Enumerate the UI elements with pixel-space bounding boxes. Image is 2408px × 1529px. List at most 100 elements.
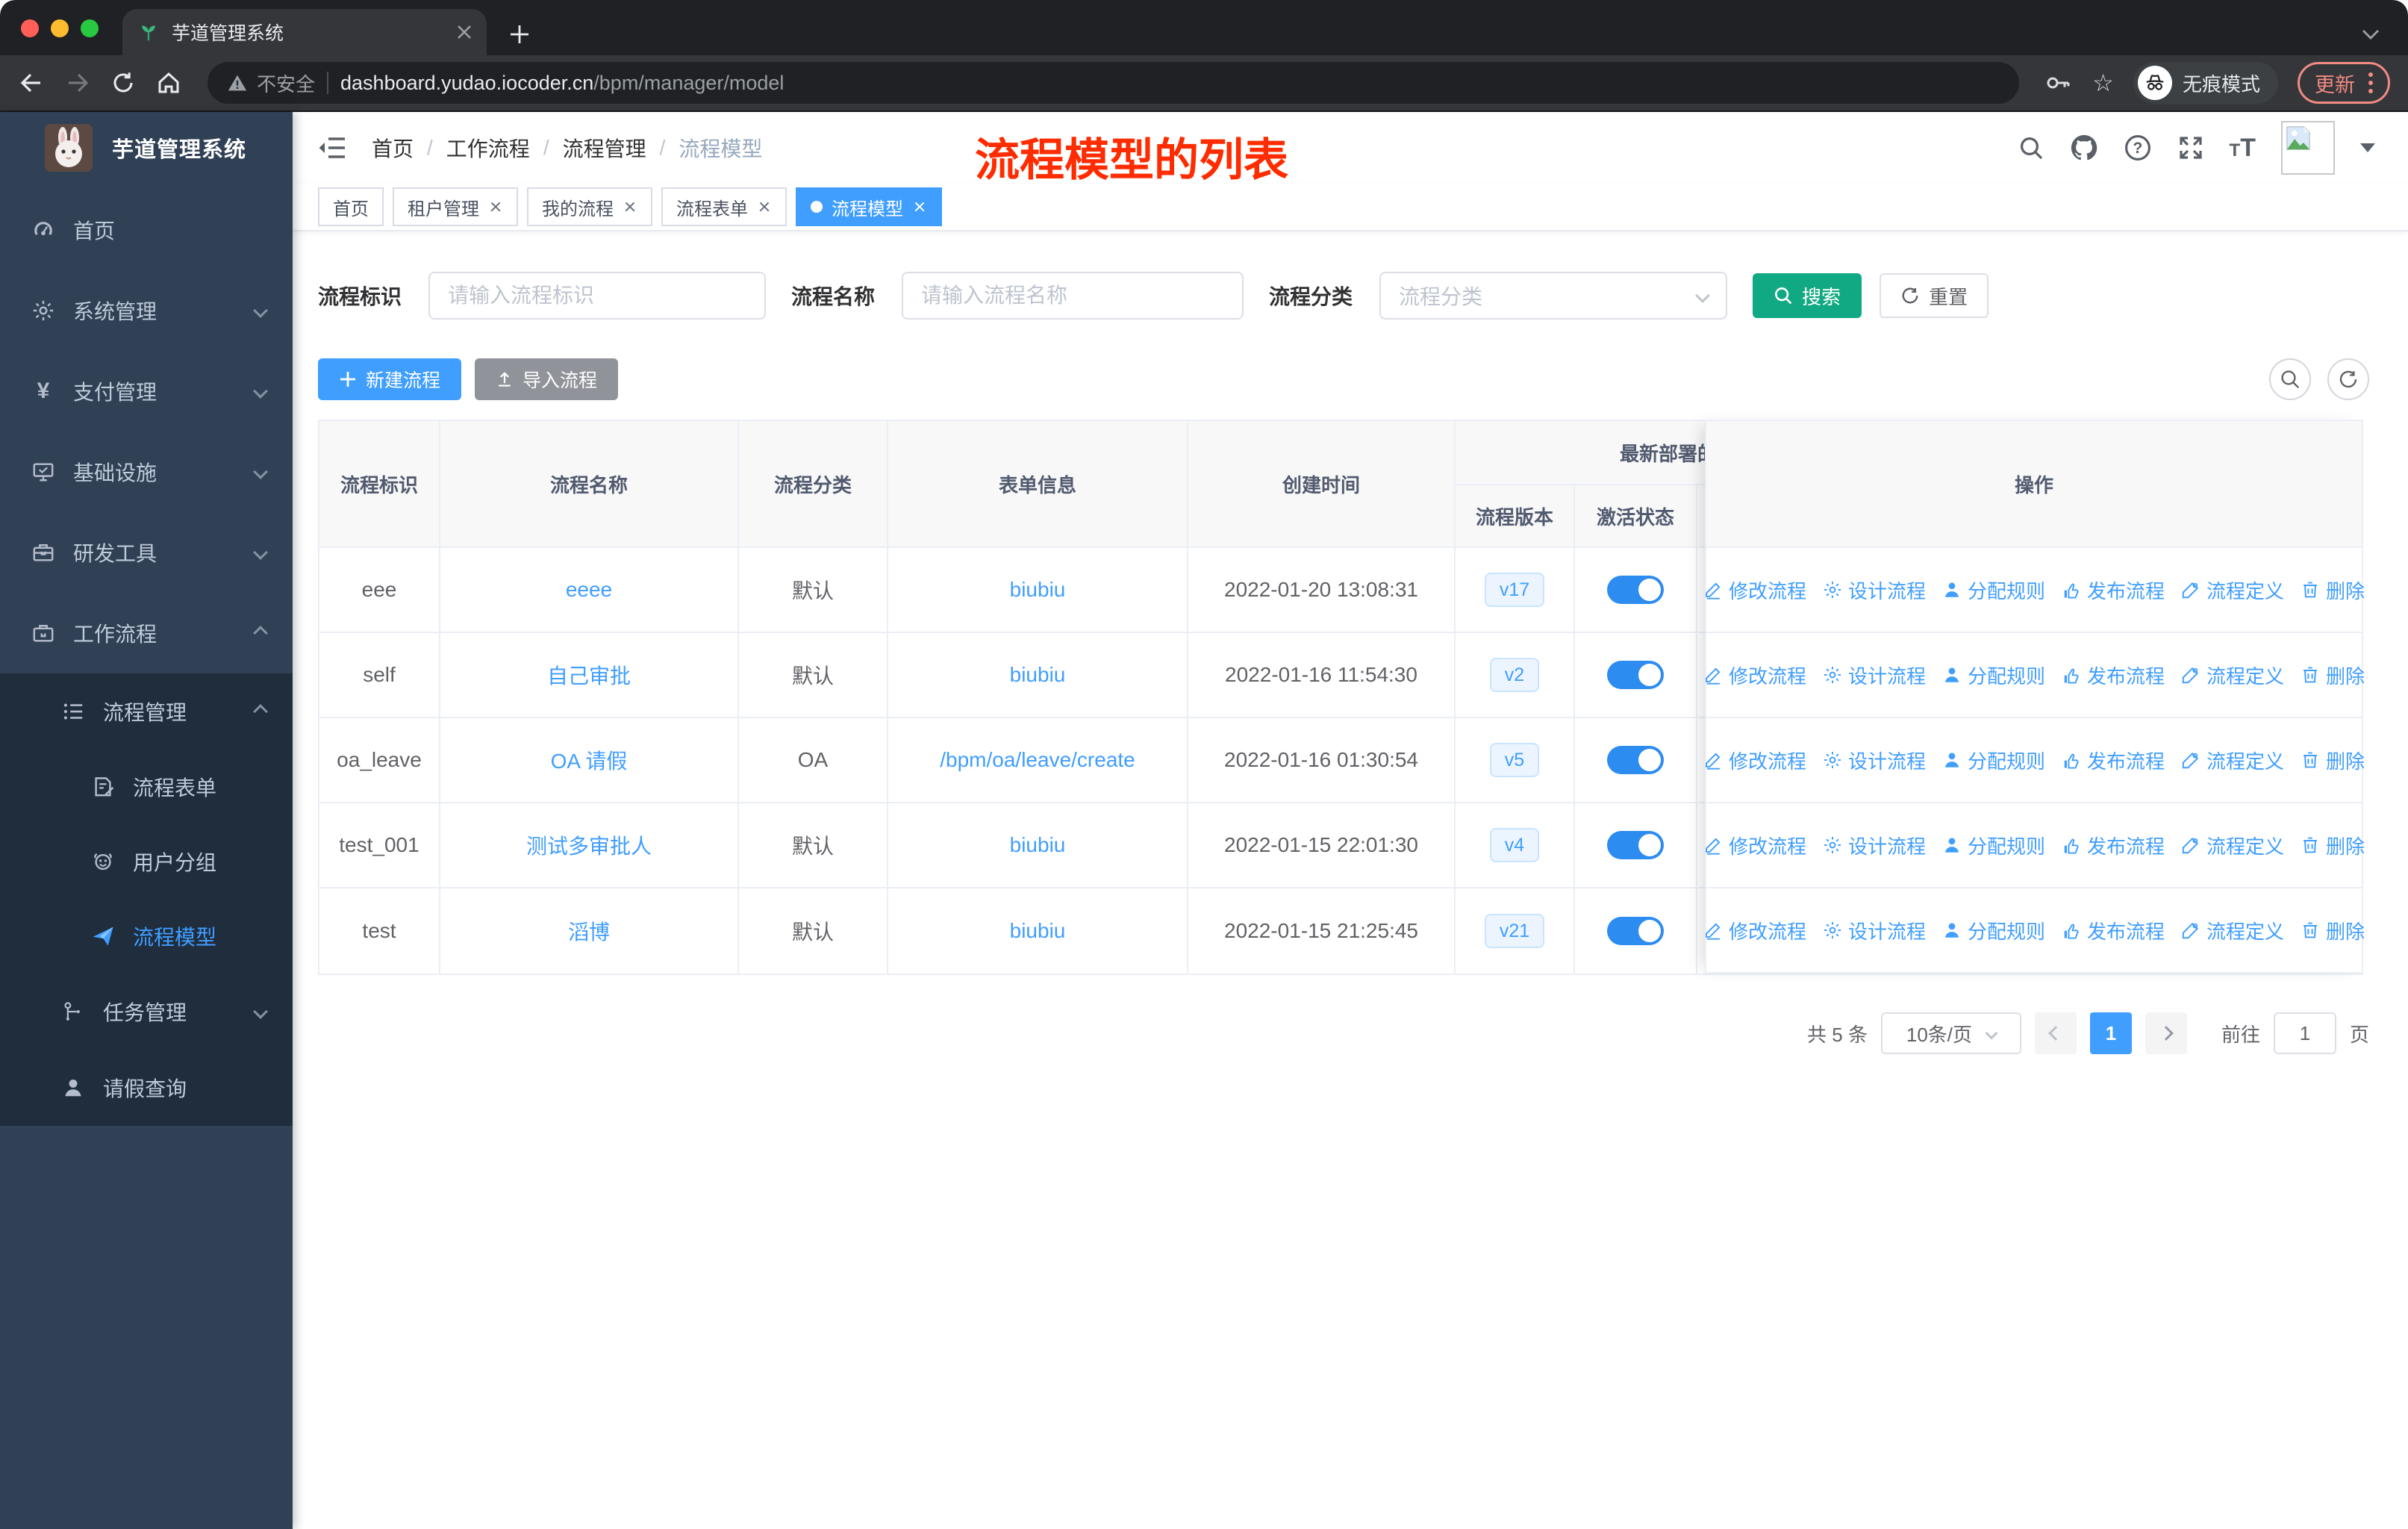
back-icon[interactable] <box>18 69 45 96</box>
close-icon[interactable] <box>488 199 503 214</box>
process-name-link[interactable]: 滔博 <box>568 916 610 946</box>
active-toggle[interactable] <box>1607 917 1664 945</box>
sidebar-item-workflow[interactable]: 工作流程 <box>0 593 293 673</box>
sidebar-item-devtools[interactable]: 研发工具 <box>0 512 293 593</box>
delete-link[interactable]: 删除 <box>2301 747 2365 774</box>
process-name-input[interactable] <box>902 272 1244 320</box>
password-key-icon[interactable] <box>2044 71 2073 95</box>
active-toggle[interactable] <box>1607 661 1664 689</box>
op-link-publish[interactable]: 发布流程 <box>2062 832 2165 859</box>
process-name-link[interactable]: 自己审批 <box>547 660 631 690</box>
op-link-assign[interactable]: 分配规则 <box>1942 661 2045 689</box>
tag-home[interactable]: 首页 <box>318 187 384 226</box>
breadcrumb-home[interactable]: 首页 <box>372 133 414 163</box>
prev-page-button[interactable] <box>2034 1012 2077 1054</box>
op-link-definition[interactable]: 流程定义 <box>2181 917 2284 944</box>
sidebar-item-system[interactable]: 系统管理 <box>0 270 293 351</box>
security-warning[interactable]: 不安全 <box>227 69 315 97</box>
op-link-edit[interactable]: 修改流程 <box>1703 832 1806 859</box>
form-link[interactable]: biubiu <box>1010 578 1066 602</box>
bookmark-star-icon[interactable]: ☆ <box>2092 71 2114 95</box>
sidebar-logo[interactable]: 芋道管理系统 <box>0 112 293 184</box>
version-badge[interactable]: v5 <box>1489 743 1540 777</box>
category-select[interactable]: 流程分类 <box>1379 272 1728 320</box>
process-name-link[interactable]: OA 请假 <box>551 745 628 775</box>
version-badge[interactable]: v17 <box>1484 573 1545 607</box>
avatar[interactable] <box>2281 121 2335 175</box>
sidebar-fold-icon[interactable] <box>316 134 346 161</box>
current-page-button[interactable]: 1 <box>2089 1012 2132 1054</box>
delete-link[interactable]: 删除 <box>2301 661 2365 689</box>
sidebar-item-leave-query[interactable]: 请假查询 <box>0 1050 293 1126</box>
op-link-design[interactable]: 设计流程 <box>1823 576 1926 604</box>
close-icon[interactable] <box>912 199 927 214</box>
version-badge[interactable]: v2 <box>1489 658 1540 692</box>
github-icon[interactable] <box>2070 134 2098 162</box>
version-badge[interactable]: v21 <box>1484 914 1545 948</box>
op-link-design[interactable]: 设计流程 <box>1823 917 1926 944</box>
active-toggle[interactable] <box>1607 746 1664 774</box>
form-link[interactable]: biubiu <box>1010 833 1066 857</box>
search-button[interactable]: 搜索 <box>1753 273 1862 318</box>
active-toggle[interactable] <box>1607 831 1664 859</box>
forward-icon[interactable] <box>64 69 91 96</box>
op-link-definition[interactable]: 流程定义 <box>2181 661 2284 689</box>
sidebar-item-process-management[interactable]: 流程管理 <box>0 673 293 750</box>
refresh-table-icon[interactable] <box>2327 358 2369 400</box>
sidebar-item-process-model[interactable]: 流程模型 <box>0 899 293 974</box>
tab-search-chevron-icon[interactable] <box>2362 28 2380 40</box>
browser-tab[interactable]: 芋道管理系统 <box>122 9 487 55</box>
search-icon[interactable] <box>2018 134 2044 161</box>
fullscreen-icon[interactable] <box>2177 134 2204 161</box>
op-link-design[interactable]: 设计流程 <box>1823 661 1926 689</box>
home-icon[interactable] <box>155 69 182 96</box>
sidebar-item-user-group[interactable]: 用户分组 <box>0 824 293 899</box>
toggle-search-icon[interactable] <box>2269 358 2311 400</box>
op-link-design[interactable]: 设计流程 <box>1823 832 1926 859</box>
reload-icon[interactable] <box>110 70 136 96</box>
op-link-publish[interactable]: 发布流程 <box>2062 576 2165 604</box>
op-link-assign[interactable]: 分配规则 <box>1942 747 2045 774</box>
op-link-definition[interactable]: 流程定义 <box>2181 576 2284 604</box>
op-link-edit[interactable]: 修改流程 <box>1703 917 1806 944</box>
font-size-icon[interactable]: TT <box>2230 135 2256 161</box>
op-link-publish[interactable]: 发布流程 <box>2062 917 2165 944</box>
url-text[interactable]: dashboard.yudao.iocoder.cn/bpm/manager/m… <box>340 72 784 95</box>
op-link-assign[interactable]: 分配规则 <box>1942 917 2045 944</box>
avatar-caret-icon[interactable] <box>2360 143 2375 152</box>
new-tab-button[interactable] <box>509 24 530 45</box>
process-name-link[interactable]: eeee <box>566 578 612 602</box>
delete-link[interactable]: 删除 <box>2301 917 2365 944</box>
op-link-publish[interactable]: 发布流程 <box>2062 747 2165 774</box>
op-link-definition[interactable]: 流程定义 <box>2181 832 2284 859</box>
close-icon[interactable] <box>757 199 772 214</box>
update-browser-button[interactable]: 更新 <box>2298 62 2390 104</box>
process-key-input[interactable] <box>428 272 767 320</box>
delete-link[interactable]: 删除 <box>2301 576 2365 604</box>
close-window-button[interactable] <box>21 19 39 37</box>
sidebar-item-home[interactable]: 首页 <box>0 190 293 270</box>
op-link-edit[interactable]: 修改流程 <box>1703 747 1806 774</box>
close-icon[interactable] <box>623 199 637 214</box>
sidebar-item-infrastructure[interactable]: 基础设施 <box>0 432 293 512</box>
import-process-button[interactable]: 导入流程 <box>475 358 619 400</box>
delete-link[interactable]: 删除 <box>2301 832 2365 859</box>
op-link-assign[interactable]: 分配规则 <box>1942 832 2045 859</box>
tag-tenant[interactable]: 租户管理 <box>393 187 518 226</box>
op-link-definition[interactable]: 流程定义 <box>2181 747 2284 774</box>
sidebar-item-payment[interactable]: ¥ 支付管理 <box>0 351 293 432</box>
process-name-link[interactable]: 测试多审批人 <box>526 830 652 860</box>
browser-menu-icon[interactable] <box>2368 72 2373 93</box>
next-page-button[interactable] <box>2145 1012 2187 1054</box>
tag-process-form[interactable]: 流程表单 <box>661 187 787 226</box>
breadcrumb-workflow[interactable]: 工作流程 <box>446 133 530 163</box>
traffic-lights[interactable] <box>21 19 99 37</box>
breadcrumb-process-management[interactable]: 流程管理 <box>563 133 646 163</box>
active-toggle[interactable] <box>1607 576 1664 604</box>
form-link[interactable]: biubiu <box>1010 663 1066 687</box>
sidebar-item-task-management[interactable]: 任务管理 <box>0 974 293 1050</box>
reset-button[interactable]: 重置 <box>1880 273 1989 318</box>
op-link-edit[interactable]: 修改流程 <box>1703 661 1806 689</box>
address-bar[interactable]: 不安全 dashboard.yudao.iocoder.cn/bpm/manag… <box>208 62 2020 104</box>
tab-close-icon[interactable] <box>457 25 472 40</box>
